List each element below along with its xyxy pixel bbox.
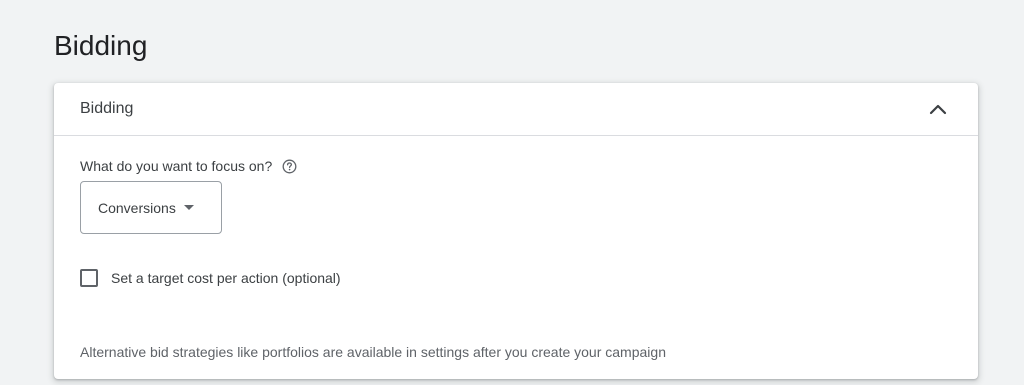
panel-header-title: Bidding <box>80 100 134 117</box>
focus-question-label: What do you want to focus on? <box>80 158 273 174</box>
focus-question-row: What do you want to focus on? <box>80 157 297 175</box>
collapse-button[interactable] <box>924 95 952 123</box>
page-title: Bidding <box>54 30 148 61</box>
focus-dropdown-value: Conversions <box>98 199 176 216</box>
target-cpa-row[interactable]: Set a target cost per action (optional) <box>80 268 341 288</box>
alternative-strategies-note: Alternative bid strategies like portfoli… <box>80 344 666 360</box>
chevron-up-icon <box>929 104 947 115</box>
focus-dropdown[interactable]: Conversions <box>80 181 222 234</box>
bidding-panel: Bidding What do you want to focus on? Co… <box>54 83 978 379</box>
help-circle-icon[interactable] <box>282 159 297 174</box>
caret-down-icon <box>183 205 194 210</box>
target-cpa-checkbox[interactable] <box>80 269 98 287</box>
target-cpa-label[interactable]: Set a target cost per action (optional) <box>111 270 341 286</box>
bidding-panel-header[interactable]: Bidding <box>54 83 978 136</box>
